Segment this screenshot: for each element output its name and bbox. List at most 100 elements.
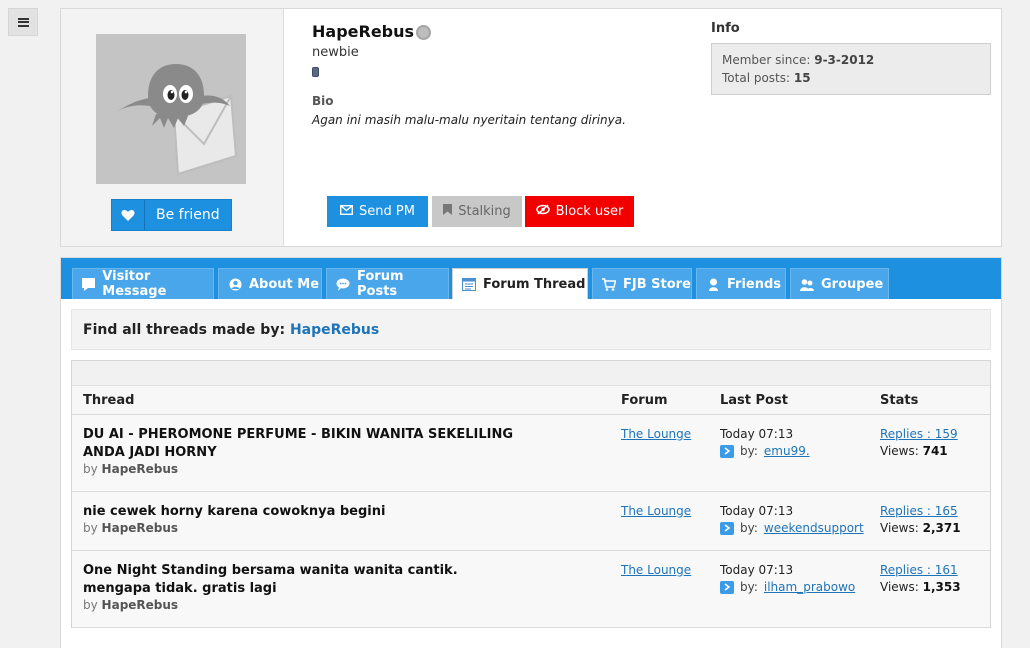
thread-title-link[interactable]: DU AI - PHEROMONE PERFUME - BIKIN WANITA… (83, 426, 513, 462)
header-forum: Forum (621, 393, 668, 408)
views-count: Views: 2,371 (880, 521, 961, 535)
go-to-last-post-icon[interactable] (720, 521, 734, 535)
by-label: by (83, 521, 98, 535)
member-since-line: Member since: 9-3-2012 (722, 51, 980, 69)
forum-link[interactable]: The Lounge (621, 563, 691, 577)
tab-forum-posts[interactable]: Forum Posts (326, 268, 449, 299)
go-to-last-post-icon[interactable] (720, 444, 734, 458)
tab-label: Friends (727, 276, 782, 292)
last-post-by: by: emu99. (720, 444, 810, 458)
be-friend-button[interactable]: Be friend (111, 199, 232, 231)
by-label: by (83, 462, 98, 476)
views-label: Views: (880, 444, 919, 458)
author-name[interactable]: HapeRebus (102, 462, 179, 476)
forum-link[interactable]: The Lounge (621, 504, 691, 518)
tab-groupee[interactable]: Groupee (790, 268, 889, 299)
bookmark-icon (443, 204, 453, 219)
offline-status-icon (416, 25, 431, 40)
envelope-icon (340, 204, 354, 219)
user-icon (228, 277, 242, 291)
tab-label: Forum Posts (357, 269, 404, 299)
find-threads-username[interactable]: HapeRebus (290, 322, 379, 338)
views-value: 741 (922, 444, 948, 458)
reputation-bar-icon (312, 67, 319, 77)
member-since-value: 9-3-2012 (814, 53, 875, 67)
block-user-button[interactable]: Block user (525, 196, 634, 227)
tab-label: Forum Thread (483, 276, 586, 292)
thread-title-link[interactable]: nie cewek horny karena cowoknya begini (83, 503, 513, 521)
tab-forum-thread[interactable]: Forum Thread (452, 268, 588, 299)
tab-friends[interactable]: Friends (696, 268, 786, 299)
send-pm-button[interactable]: Send PM (327, 196, 428, 227)
last-post-time: Today 07:13 (720, 427, 794, 441)
last-post-by: by: ilham_prabowo (720, 580, 855, 594)
views-count: Views: 741 (880, 444, 948, 458)
member-since-label: Member since: (722, 53, 811, 67)
profile-tab-panel: Visitor Message About Me Forum Posts For… (60, 257, 1002, 648)
last-post-user-link[interactable]: weekendsupport (764, 521, 864, 535)
views-count: Views: 1,353 (880, 580, 961, 594)
cart-icon (602, 277, 616, 291)
thread-title-link[interactable]: One Night Standing bersama wanita wanita… (83, 562, 513, 598)
views-label: Views: (880, 521, 919, 535)
tab-label: Groupee (821, 276, 884, 292)
info-box: Member since: 9-3-2012 Total posts: 15 (711, 43, 991, 95)
stalking-button[interactable]: Stalking (432, 196, 522, 227)
replies-link[interactable]: Replies : 159 (880, 427, 958, 441)
views-value: 1,353 (922, 580, 961, 594)
thread-table: Thread Forum Last Post Stats DU AI - PHE… (71, 360, 991, 628)
table-row: nie cewek horny karena cowoknya begini b… (72, 492, 990, 551)
thread-author: by HapeRebus (83, 521, 178, 535)
avatar (96, 34, 246, 184)
be-friend-label: Be friend (156, 207, 220, 223)
tab-label: Visitor Message (102, 269, 167, 299)
thread-author: by HapeRebus (83, 598, 178, 612)
last-post-by-label: by: (740, 444, 758, 458)
forum-link[interactable]: The Lounge (621, 427, 691, 441)
views-value: 2,371 (922, 521, 961, 535)
header-last-post: Last Post (720, 393, 788, 408)
last-post-user-link[interactable]: emu99. (764, 444, 810, 458)
author-name[interactable]: HapeRebus (102, 521, 179, 535)
tab-bar: Visitor Message About Me Forum Posts For… (61, 258, 1001, 299)
find-threads-label: Find all threads made by: (83, 322, 286, 338)
thread-author: by HapeRebus (83, 462, 178, 476)
kaskus-mascot-avatar-icon (116, 64, 238, 176)
stalking-label: Stalking (458, 204, 511, 219)
replies-link[interactable]: Replies : 161 (880, 563, 958, 577)
table-row: One Night Standing bersama wanita wanita… (72, 551, 990, 628)
message-icon (82, 277, 96, 291)
group-icon (800, 277, 814, 291)
tab-label: FJB Store (623, 276, 691, 292)
tab-fjb-store[interactable]: FJB Store (592, 268, 692, 299)
bio-heading: Bio (312, 94, 334, 108)
block-user-label: Block user (555, 204, 624, 219)
calendar-list-icon (462, 277, 476, 291)
hamburger-icon (17, 17, 29, 27)
hamburger-menu-button[interactable] (8, 8, 38, 36)
author-name[interactable]: HapeRebus (102, 598, 179, 612)
replies-link[interactable]: Replies : 165 (880, 504, 958, 518)
tab-visitor-message[interactable]: Visitor Message (72, 268, 214, 299)
tab-label: About Me (249, 276, 320, 292)
table-toolbar (72, 361, 990, 386)
last-post-user-link[interactable]: ilham_prabowo (764, 580, 855, 594)
go-to-last-post-icon[interactable] (720, 580, 734, 594)
find-threads-bar: Find all threads made by: HapeRebus (71, 309, 991, 350)
friend-icon (706, 277, 720, 291)
total-posts-value: 15 (793, 71, 811, 85)
last-post-by: by: weekendsupport (720, 521, 864, 535)
last-post-by-label: by: (740, 521, 758, 535)
last-post-by-label: by: (740, 580, 758, 594)
last-post-time: Today 07:13 (720, 563, 794, 577)
total-posts-label: Total posts: (722, 71, 791, 85)
profile-card: Be friend HapeRebus newbie Bio Agan ini … (60, 8, 1002, 247)
total-posts-line: Total posts: 15 (722, 69, 980, 87)
views-label: Views: (880, 580, 919, 594)
tab-about-me[interactable]: About Me (218, 268, 322, 299)
last-post-time: Today 07:13 (720, 504, 794, 518)
info-heading: Info (711, 21, 740, 36)
heart-icon (112, 200, 145, 230)
bio-text: Agan ini masih malu-malu nyeritain tenta… (312, 113, 626, 127)
username: HapeRebus (312, 22, 415, 41)
